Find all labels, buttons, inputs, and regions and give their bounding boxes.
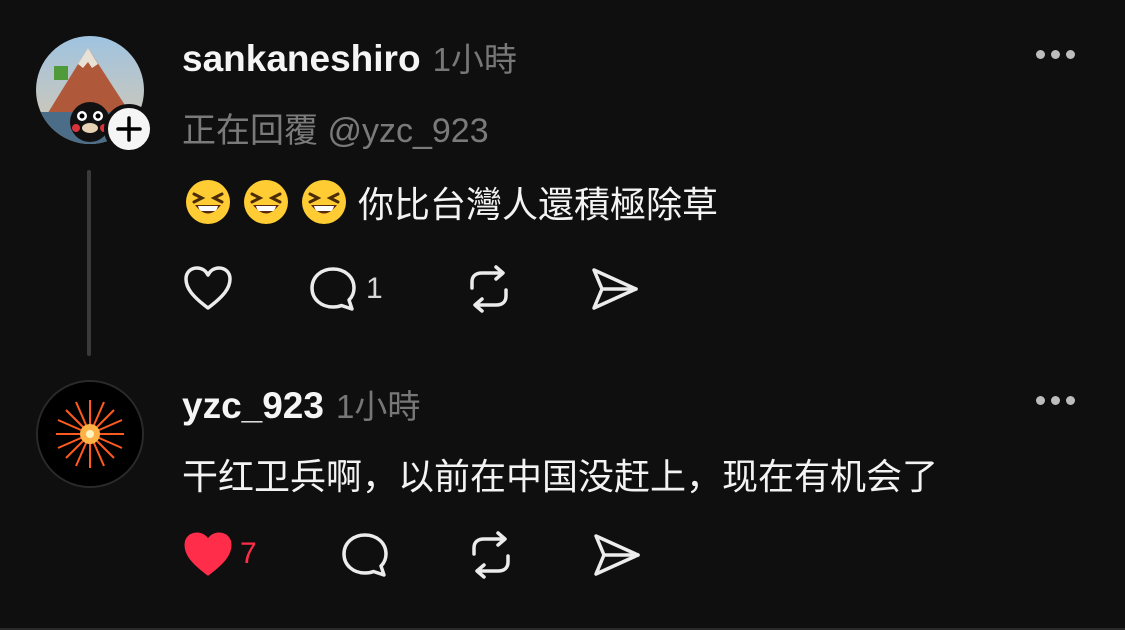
repost-button[interactable] xyxy=(464,530,518,580)
grinning-squinting-face-icon xyxy=(302,180,346,224)
comment-icon xyxy=(310,267,356,311)
like-count: 7 xyxy=(240,537,257,570)
heart-icon xyxy=(184,266,232,310)
post-body: 你比台灣人還積極除草 xyxy=(184,176,718,228)
dot-icon xyxy=(1066,396,1075,405)
dot-icon xyxy=(1051,396,1060,405)
like-button[interactable] xyxy=(182,264,234,312)
send-icon xyxy=(592,268,638,310)
share-button[interactable] xyxy=(588,264,642,314)
dot-icon xyxy=(1036,396,1045,405)
more-options-button[interactable] xyxy=(1036,396,1075,405)
dot-icon xyxy=(1036,50,1045,59)
post-header: yzc_923 1小時 xyxy=(182,380,420,428)
username[interactable]: yzc_923 xyxy=(182,385,324,427)
dot-icon xyxy=(1051,50,1060,59)
post-text: 你比台灣人還積極除草 xyxy=(358,184,719,225)
grinning-squinting-face-icon xyxy=(186,180,230,224)
reply-button[interactable]: 1 xyxy=(306,264,383,314)
send-icon xyxy=(594,534,640,576)
reply-count: 1 xyxy=(366,272,383,305)
thread-line xyxy=(87,170,91,356)
share-button[interactable] xyxy=(590,530,644,580)
timestamp: 1小時 xyxy=(432,41,517,78)
plus-icon xyxy=(104,104,154,154)
comment-icon xyxy=(342,533,388,577)
avatar-yzc_923[interactable] xyxy=(36,380,144,488)
fireworks-image xyxy=(38,382,142,486)
reply-button[interactable] xyxy=(338,530,392,580)
heart-filled-icon xyxy=(184,532,232,576)
post-header: sankaneshiro 1小時 xyxy=(182,33,517,81)
replying-to-label: 正在回覆 @yzc_923 xyxy=(182,112,489,150)
grinning-squinting-face-icon xyxy=(244,180,288,224)
like-button[interactable]: 7 xyxy=(182,530,257,578)
username[interactable]: sankaneshiro xyxy=(182,38,421,80)
post-body: 干红卫兵啊，以前在中国没赶上，现在有机会了 xyxy=(182,456,939,497)
more-options-button[interactable] xyxy=(1036,50,1075,59)
follow-button[interactable] xyxy=(104,104,154,154)
repost-icon xyxy=(472,531,510,579)
timestamp: 1小時 xyxy=(335,388,421,425)
repost-icon xyxy=(470,265,508,313)
dot-icon xyxy=(1066,50,1075,59)
repost-button[interactable] xyxy=(462,264,516,314)
